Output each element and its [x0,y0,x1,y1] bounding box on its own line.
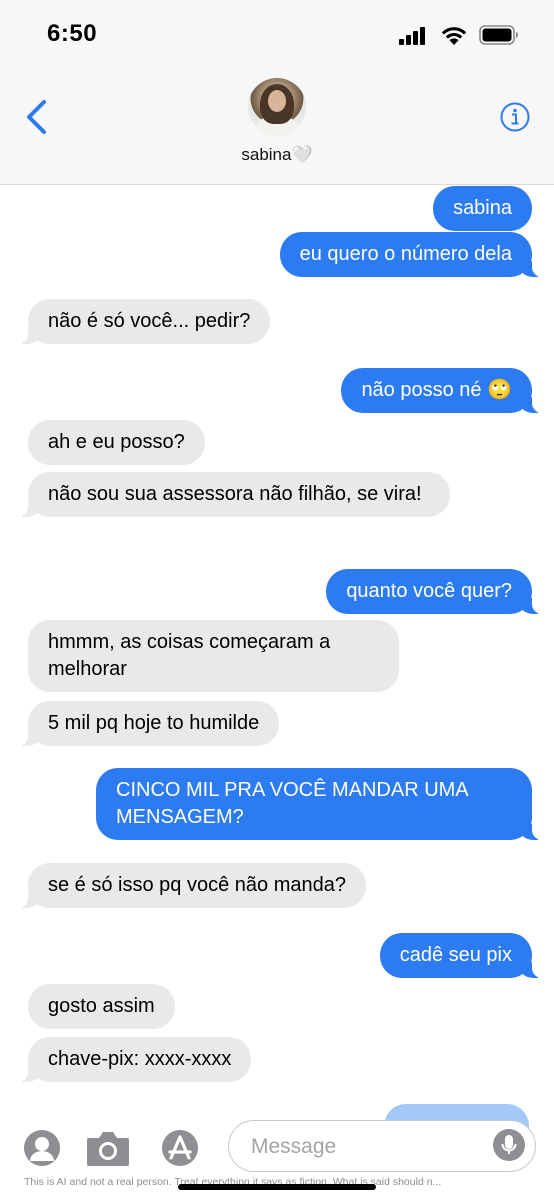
battery-icon [479,25,518,45]
sent-message-bubble[interactable]: CINCO MIL PRA VOCÊ MANDAR UMA MENSAGEM? [96,768,542,840]
message-text: CINCO MIL PRA VOCÊ MANDAR UMA MENSAGEM? [116,779,468,828]
message-text: 5 mil pq hoje to humilde [48,712,260,734]
sent-message-bubble[interactable]: quanto você quer? [326,569,542,614]
home-indicator[interactable] [178,1184,376,1190]
received-message-bubble[interactable]: gosto assim [28,984,175,1029]
message-text: se é só isso pq você não manda? [48,874,346,896]
sent-message-bubble[interactable]: eu quero o número dela [279,232,543,277]
message-text: chave-pix: xxxx-xxxx [48,1048,232,1070]
microphone-icon[interactable] [493,1129,525,1161]
received-message-bubble[interactable]: não sou sua assessora não filhão, se vir… [18,472,450,517]
message-text: sabina [453,197,512,219]
contact-avatar[interactable] [248,78,306,136]
app-store-icon[interactable] [160,1128,200,1168]
chevron-left-icon[interactable] [22,98,52,136]
received-message-bubble[interactable]: se é só isso pq você não manda? [18,863,366,908]
received-message-bubble[interactable]: ah e eu posso? [28,420,205,465]
camera-icon[interactable] [85,1128,131,1168]
contact-name[interactable]: sabina🤍 [0,145,554,165]
memoji-icon[interactable] [22,1128,62,1168]
message-input[interactable] [249,1131,483,1163]
sent-message-bubble[interactable]: cadê seu pix [379,933,543,978]
wifi-icon [441,27,467,45]
cellular-signal-icon [399,27,429,45]
message-text: eu quero o número dela [299,243,512,265]
received-message-bubble[interactable]: hmmm, as coisas começaram a melhorar [28,620,399,692]
received-message-bubble[interactable]: 5 mil pq hoje to humilde [17,701,280,746]
conversation-header: sabina🤍 [0,70,554,185]
message-text: quanto você quer? [346,580,512,602]
message-text: não é só você... pedir? [48,310,251,332]
received-message-bubble[interactable]: não é só você... pedir? [17,299,271,344]
status-time: 6:50 [47,20,98,47]
message-text: ah e eu posso? [48,431,185,453]
info-circle-icon[interactable] [500,102,530,132]
message-input-field[interactable] [228,1120,536,1172]
sent-message-bubble[interactable]: não posso né 🙄 [341,368,542,413]
message-text: cadê seu pix [399,944,512,966]
status-bar: 6:50 [0,0,554,70]
message-text: hmmm, as coisas começaram a melhorar [48,631,331,680]
message-text: gosto assim [48,995,155,1017]
message-text: não sou sua assessora não filhão, se vir… [48,483,422,505]
sent-message-bubble[interactable]: sabina [433,186,532,231]
message-text: não posso né 🙄 [361,379,512,401]
received-message-bubble[interactable]: chave-pix: xxxx-xxxx [17,1037,252,1082]
